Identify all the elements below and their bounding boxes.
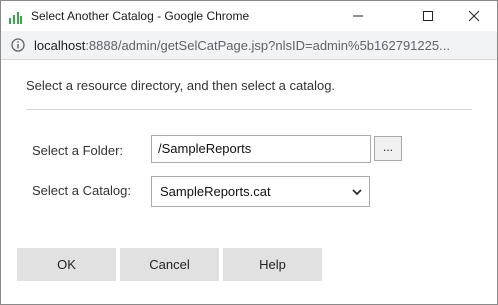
ok-button[interactable]: OK <box>17 248 116 281</box>
catalog-label: Select a Catalog: <box>32 183 132 198</box>
url-host: localhost <box>34 38 86 53</box>
window-title: Select Another Catalog - Google Chrome <box>31 9 250 23</box>
minimize-button[interactable] <box>335 1 381 31</box>
folder-label: Select a Folder: <box>32 143 124 158</box>
url-text: localhost:8888/admin/getSelCatPage.jsp?n… <box>34 38 494 53</box>
folder-input[interactable]: /SampleReports <box>151 135 371 163</box>
chevron-down-icon <box>352 189 362 196</box>
close-button[interactable] <box>451 1 497 31</box>
catalog-select[interactable]: SampleReports.cat <box>151 176 370 207</box>
dialog-window: Select Another Catalog - Google Chrome l… <box>0 0 498 305</box>
maximize-icon <box>423 11 433 21</box>
minimize-icon <box>353 15 363 17</box>
info-icon[interactable] <box>11 38 25 52</box>
url-path: :8888/admin/getSelCatPage.jsp?nlsID=admi… <box>85 38 450 53</box>
catalog-selected-value: SampleReports.cat <box>160 184 271 199</box>
cancel-button[interactable]: Cancel <box>120 248 219 281</box>
divider <box>26 109 472 110</box>
browse-button[interactable]: ... <box>374 136 402 161</box>
address-bar: localhost:8888/admin/getSelCatPage.jsp?n… <box>1 31 497 60</box>
instruction-text: Select a resource directory, and then se… <box>26 78 336 93</box>
close-icon <box>468 10 480 22</box>
title-bar: Select Another Catalog - Google Chrome <box>1 1 497 31</box>
app-chart-icon <box>9 12 22 24</box>
maximize-button[interactable] <box>405 1 451 31</box>
help-button[interactable]: Help <box>223 248 322 281</box>
